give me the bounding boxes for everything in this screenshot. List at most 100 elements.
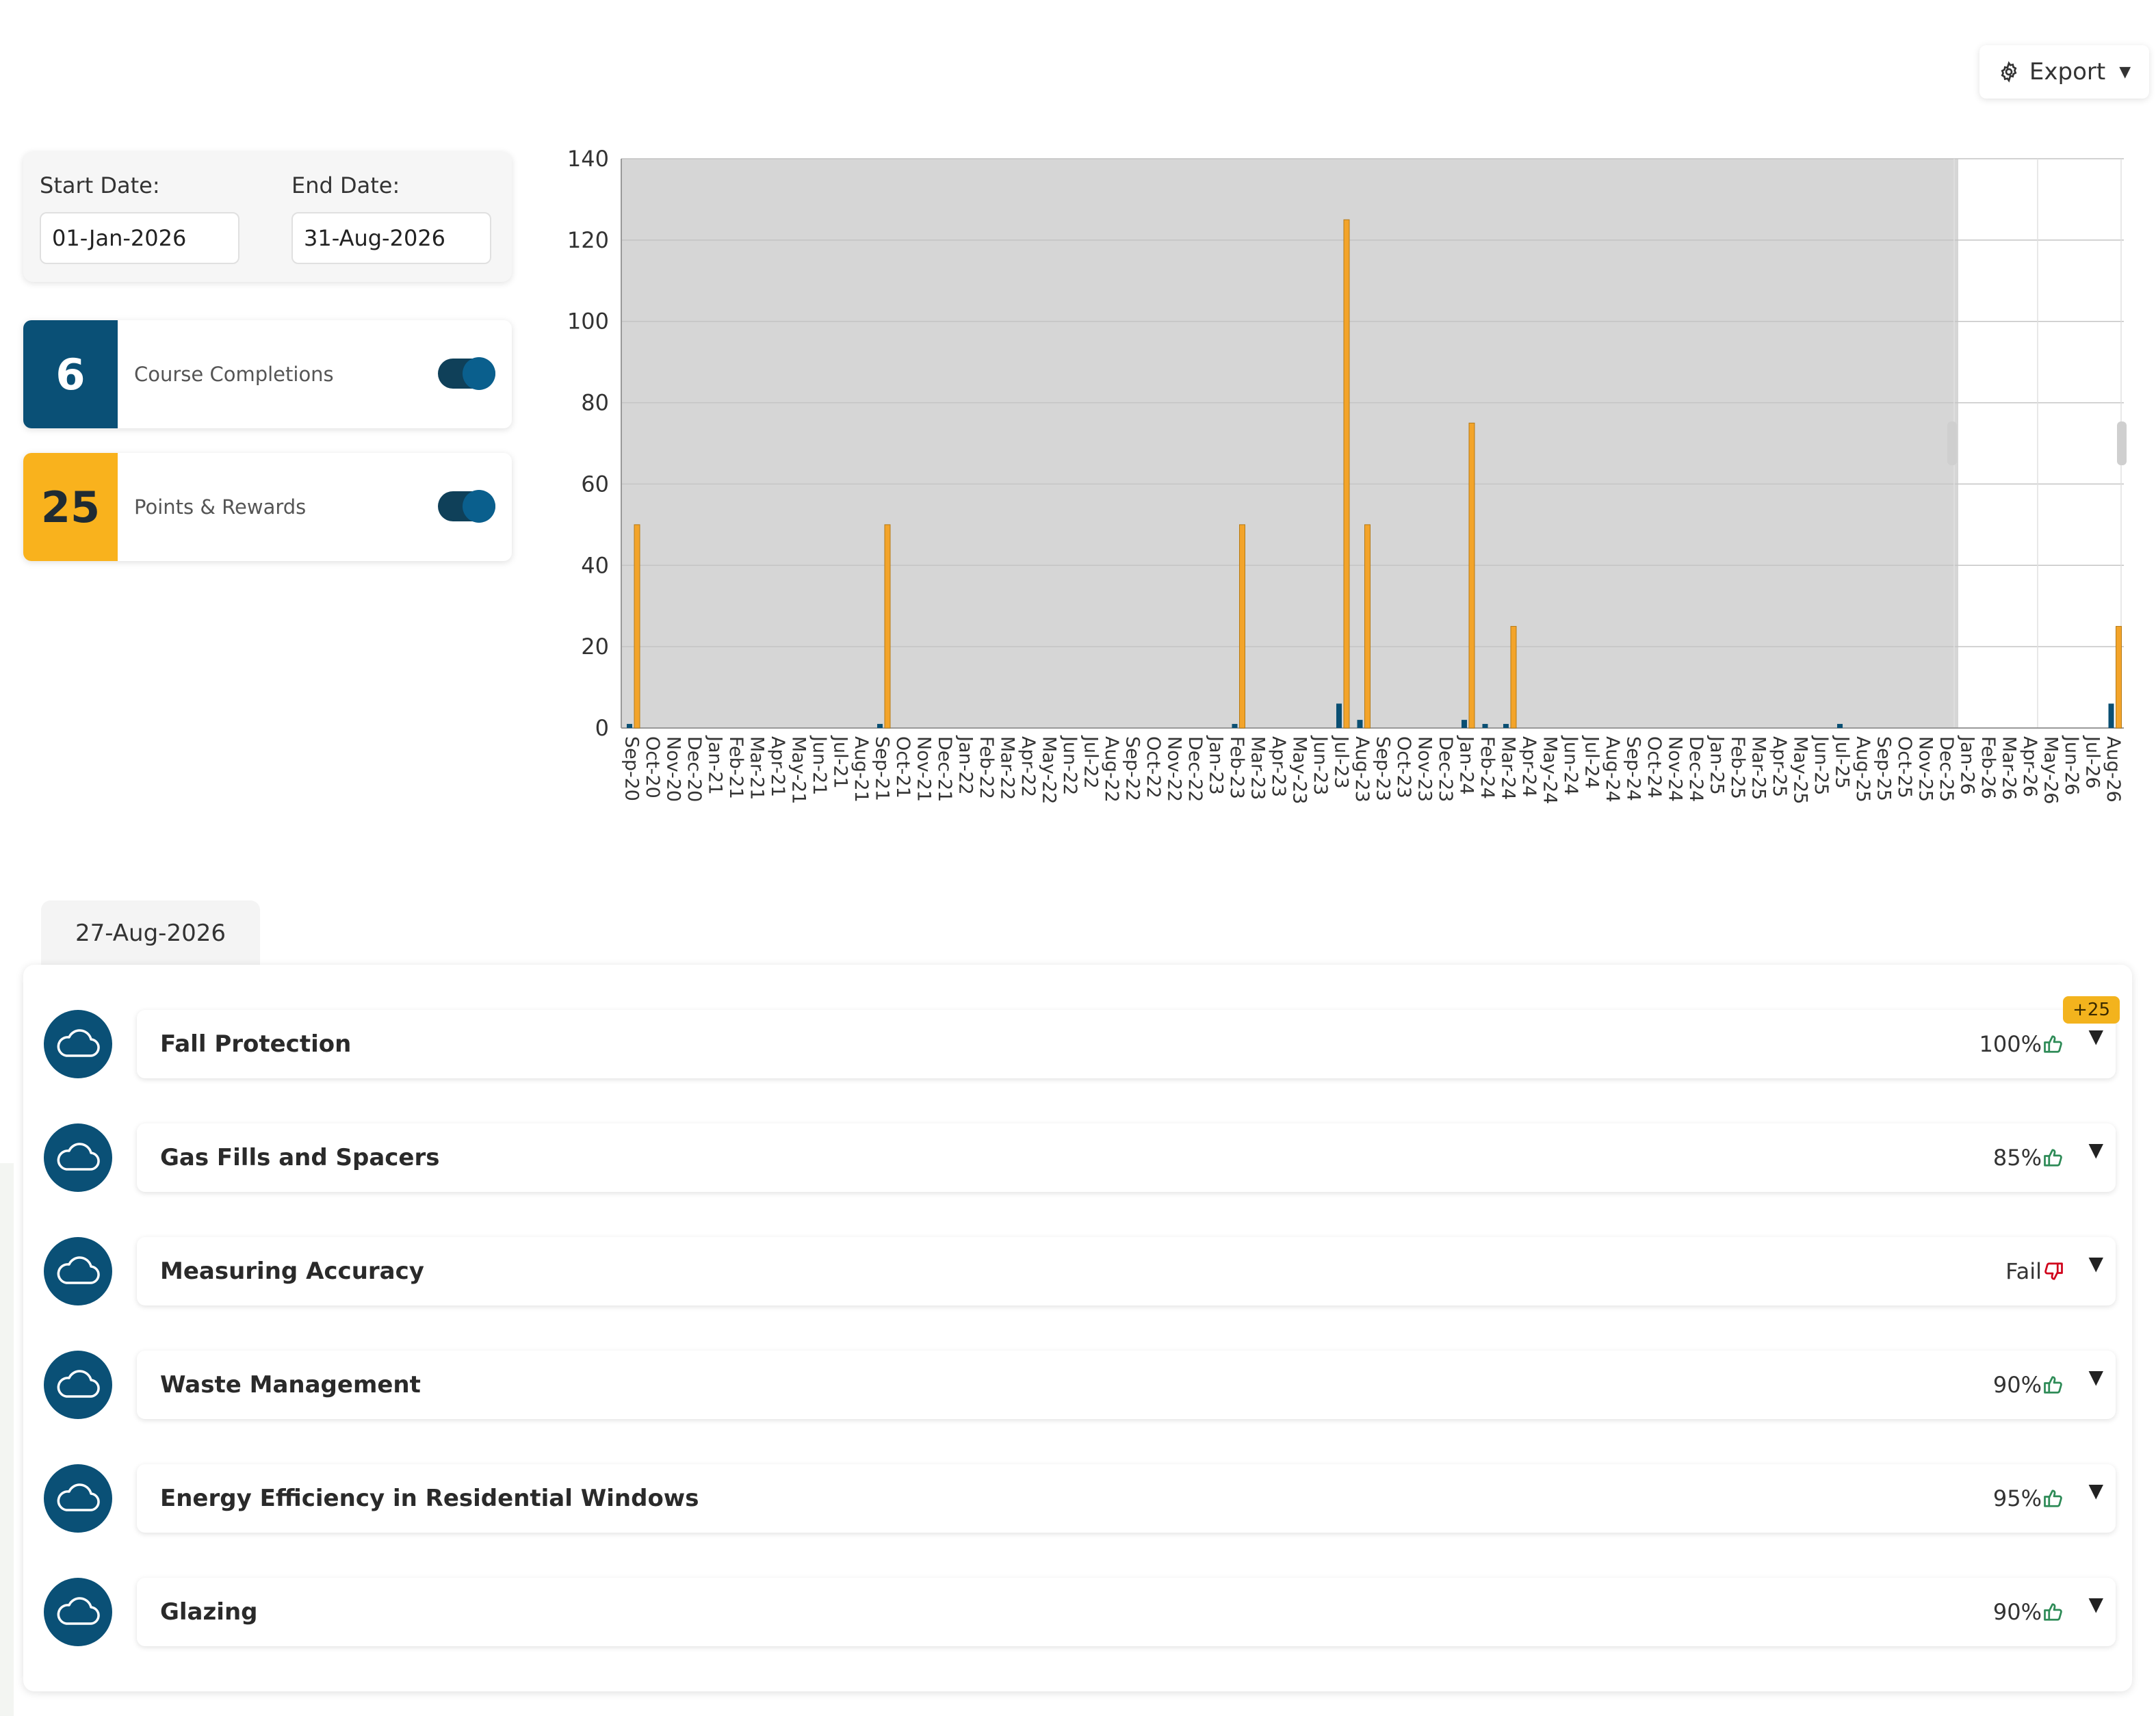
range-handle-left	[1947, 421, 1957, 465]
date-tab[interactable]: 27-Aug-2026	[41, 900, 260, 966]
x-tick-label: Mar-21	[746, 736, 768, 800]
x-tick-label: Aug-26	[2103, 736, 2124, 803]
completion-row[interactable]: Fall Protection 100% ▼ +25	[137, 996, 2120, 1078]
x-tick-label: Aug-21	[850, 736, 872, 803]
x-tick-label: Oct-21	[892, 736, 913, 798]
end-date-input[interactable]: 31-Aug-2026	[291, 212, 491, 264]
x-tick-label: Oct-20	[642, 736, 663, 798]
cloud-icon	[44, 1123, 112, 1192]
bar	[1482, 724, 1488, 728]
course-score: 85%	[1992, 1145, 2042, 1171]
cloud-icon	[44, 1578, 112, 1646]
x-tick-label: Oct-25	[1894, 736, 1915, 798]
points-rewards-count: 25	[23, 453, 118, 561]
points-rewards-card: 25 Points & Rewards	[23, 453, 512, 561]
x-tick-label: Feb-25	[1727, 736, 1748, 799]
chevron-down-icon[interactable]: ▼	[2088, 1025, 2103, 1048]
range-handle-right	[2117, 421, 2127, 465]
bar	[1343, 219, 1350, 729]
course-title: Waste Management	[160, 1371, 421, 1399]
chevron-down-icon[interactable]: ▼	[2088, 1252, 2103, 1275]
x-tick-label: Apr-25	[1769, 736, 1790, 797]
x-tick-label: Apr-23	[1268, 736, 1289, 797]
x-tick-label: Feb-26	[1977, 736, 1999, 799]
start-date-input[interactable]: 01-Jan-2026	[40, 212, 239, 264]
x-tick-label: Sep-22	[1122, 736, 1143, 801]
x-tick-label: Jan-22	[955, 735, 976, 795]
course-title: Gas Fills and Spacers	[160, 1144, 440, 1171]
cloud-icon	[44, 1464, 112, 1533]
bar	[1837, 724, 1843, 728]
chevron-down-icon[interactable]: ▼	[2088, 1366, 2103, 1388]
toggle-knob	[463, 357, 495, 390]
export-button[interactable]: Export ▼	[1979, 45, 2149, 99]
x-tick-label: Dec-25	[1936, 736, 1957, 802]
y-tick-label: 80	[581, 390, 609, 416]
bar	[877, 724, 883, 728]
course-completions-label: Course Completions	[134, 363, 334, 386]
x-tick-label: Jul-23	[1331, 735, 1352, 789]
x-tick-label: Jan-24	[1456, 735, 1477, 795]
x-tick-label: Jul-24	[1581, 735, 1602, 789]
x-tick-label: May-24	[1540, 736, 1561, 804]
completion-row[interactable]: Energy Efficiency in Residential Windows…	[137, 1464, 2116, 1533]
points-rewards-toggle[interactable]	[438, 490, 495, 523]
bar	[1232, 724, 1238, 728]
x-tick-label: May-25	[1790, 736, 1811, 804]
chevron-down-icon[interactable]: ▼	[2088, 1593, 2103, 1615]
x-tick-label: Aug-23	[1351, 736, 1373, 803]
x-tick-label: Jul-25	[1832, 735, 1853, 789]
x-tick-label: Apr-21	[767, 736, 788, 797]
x-tick-label: Jun-22	[1059, 735, 1080, 795]
completion-row[interactable]: Measuring Accuracy Fail ▼	[137, 1237, 2116, 1305]
x-tick-label: Mar-25	[1748, 736, 1769, 800]
x-tick-label: Jun-25	[1810, 735, 1832, 795]
course-score: 90%	[1992, 1372, 2042, 1398]
completion-row[interactable]: Gas Fills and Spacers 85% ▼	[137, 1123, 2116, 1192]
bar	[1336, 703, 1342, 728]
x-tick-label: Dec-20	[684, 736, 705, 802]
x-tick-label: Nov-23	[1414, 736, 1436, 802]
completion-row[interactable]: Waste Management 90% ▼	[137, 1351, 2116, 1419]
x-tick-label: Feb-23	[1226, 736, 1247, 799]
date-filter-panel: Start Date: 01-Jan-2026 End Date: 31-Aug…	[23, 152, 512, 282]
toggle-knob	[463, 490, 495, 523]
bar	[1503, 724, 1509, 728]
bar	[1468, 422, 1475, 729]
x-tick-label: May-26	[2040, 736, 2062, 804]
x-tick-label: Aug-24	[1602, 736, 1623, 803]
thumbs-up-icon	[2043, 1033, 2064, 1055]
x-tick-label: Jun-21	[809, 735, 830, 795]
export-label: Export	[2029, 58, 2106, 86]
x-tick-label: Feb-22	[976, 736, 997, 799]
x-tick-label: Dec-22	[1184, 736, 1206, 802]
bar	[1364, 524, 1371, 729]
y-tick-label: 120	[567, 227, 609, 253]
x-tick-label: Jun-26	[2061, 735, 2082, 795]
thumbs-down-icon	[2043, 1260, 2064, 1282]
bar	[884, 524, 891, 729]
course-completions-toggle[interactable]	[438, 357, 495, 390]
y-tick-label: 20	[581, 634, 609, 660]
x-tick-label: Dec-21	[934, 736, 955, 802]
cloud-icon	[44, 1010, 112, 1078]
chevron-down-icon[interactable]: ▼	[2088, 1139, 2103, 1161]
x-tick-label: Mar-23	[1247, 736, 1269, 800]
thumbs-up-icon	[2043, 1147, 2064, 1169]
x-tick-label: Jul-22	[1080, 735, 1102, 789]
y-tick-label: 40	[581, 552, 609, 578]
bar	[1239, 524, 1245, 729]
x-tick-label: Dec-24	[1685, 736, 1706, 802]
course-title: Energy Efficiency in Residential Windows	[160, 1485, 699, 1512]
x-tick-label: Mar-24	[1498, 736, 1519, 800]
x-tick-label: Nov-22	[1164, 736, 1185, 802]
x-tick-label: Sep-21	[872, 736, 893, 801]
course-score: Fail	[2005, 1258, 2042, 1284]
x-tick-label: Jul-21	[830, 735, 851, 789]
chevron-down-icon[interactable]: ▼	[2088, 1479, 2103, 1502]
y-tick-label: 60	[581, 471, 609, 497]
completion-row[interactable]: Glazing 90% ▼	[137, 1578, 2116, 1646]
x-tick-label: Sep-20	[621, 736, 642, 801]
end-date-label: End Date:	[291, 172, 400, 198]
x-tick-label: Jan-23	[1206, 735, 1227, 795]
